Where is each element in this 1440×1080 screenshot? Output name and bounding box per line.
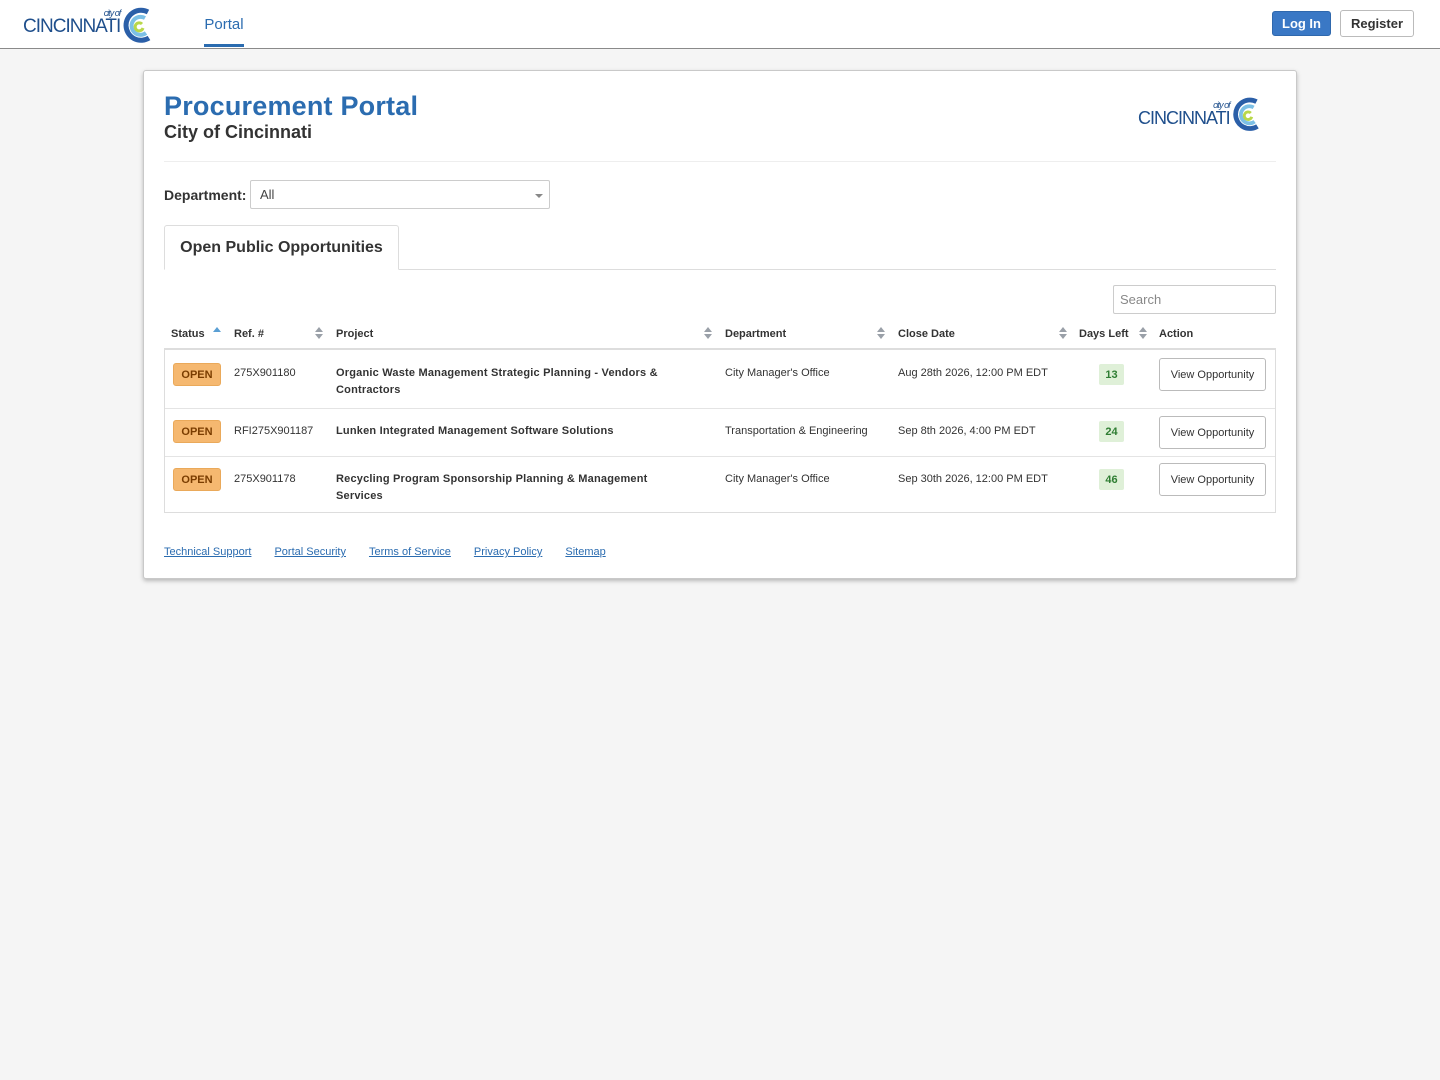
sort-icon <box>704 327 712 341</box>
column-label: Project <box>336 328 374 340</box>
procurement-card: Procurement Portal City of Cincinnati ci… <box>143 70 1297 579</box>
project-name: Recycling Program Sponsorship Planning &… <box>336 473 648 502</box>
card-city-logo: city of CINCINNATI <box>1138 91 1266 135</box>
view-opportunity-button[interactable]: View Opportunity <box>1159 358 1266 391</box>
column-header-project[interactable]: Project <box>336 320 373 348</box>
ref-number: RFI275X901187 <box>234 425 314 437</box>
project-name: Organic Waste Management Strategic Plann… <box>336 367 658 396</box>
city-logo[interactable]: city of CINCINNATI <box>23 4 158 46</box>
close-date: Sep 8th 2026, 4:00 PM EDT <box>898 425 1036 437</box>
column-header-action: Action <box>1159 320 1193 348</box>
card-logo-wordmark: city of CINCINNATI <box>1138 101 1231 128</box>
table-row: OPEN 275X901180 Organic Waste Management… <box>165 350 1275 408</box>
logo-cityof: city of <box>103 8 121 18</box>
sort-icon <box>877 327 885 341</box>
days-left-badge: 13 <box>1099 364 1124 385</box>
status-badge: OPEN <box>173 468 221 491</box>
table-row: OPEN 275X901178 Recycling Program Sponso… <box>165 456 1275 512</box>
ref-number: 275X901180 <box>234 367 296 379</box>
register-button[interactable]: Register <box>1340 10 1414 37</box>
footer-link-sitemap[interactable]: Sitemap <box>565 546 605 558</box>
page-title: Procurement Portal <box>164 91 419 121</box>
login-button[interactable]: Log In <box>1272 11 1331 36</box>
sort-icon <box>315 327 323 341</box>
column-label: Days Left <box>1079 328 1129 340</box>
footer-link-privacy-policy[interactable]: Privacy Policy <box>474 546 542 558</box>
department-name: Transportation & Engineering <box>725 425 868 437</box>
column-label: Action <box>1159 328 1194 340</box>
column-label: Department <box>725 328 787 340</box>
logo-wordmark: city of CINCINNATI <box>23 9 121 37</box>
column-header-close-date[interactable]: Close Date <box>898 320 955 348</box>
cincinnati-c-icon <box>1232 97 1259 131</box>
sort-asc-icon <box>213 327 221 341</box>
footer-links: Technical Support Portal Security Terms … <box>164 546 606 558</box>
logo-text: CINCINNATI <box>23 16 121 37</box>
chevron-down-icon <box>535 194 543 198</box>
department-name: City Manager's Office <box>725 367 830 379</box>
column-header-days-left[interactable]: Days Left <box>1079 320 1129 348</box>
column-label: Status <box>171 328 205 340</box>
status-badge: OPEN <box>173 420 221 443</box>
days-left-badge: 24 <box>1099 421 1124 442</box>
table-body: OPEN 275X901180 Organic Waste Management… <box>164 350 1276 513</box>
search-input[interactable] <box>1113 285 1276 314</box>
project-name: Lunken Integrated Management Software So… <box>336 425 614 437</box>
close-date: Sep 30th 2026, 12:00 PM EDT <box>898 473 1048 485</box>
cincinnati-c-icon <box>123 7 151 43</box>
department-name: City Manager's Office <box>725 473 830 485</box>
footer-link-technical-support[interactable]: Technical Support <box>164 546 251 558</box>
footer-link-portal-security[interactable]: Portal Security <box>274 546 346 558</box>
top-navbar: city of CINCINNATI Portal Log In Registe… <box>0 0 1440 49</box>
nav-tab-portal[interactable]: Portal <box>204 0 244 48</box>
column-header-status[interactable]: Status <box>171 320 205 348</box>
days-left-badge: 46 <box>1099 469 1124 490</box>
card-logo-cityof: city of <box>1213 100 1230 110</box>
table-row: OPEN RFI275X901187 Lunken Integrated Man… <box>165 408 1275 456</box>
nav-tab-active-indicator <box>204 44 244 47</box>
department-select-value: All <box>260 187 275 202</box>
header-divider <box>164 161 1276 162</box>
footer-link-terms-of-service[interactable]: Terms of Service <box>369 546 451 558</box>
table-header: Status Ref. # Project Department Close D… <box>164 320 1276 350</box>
view-opportunity-button[interactable]: View Opportunity <box>1159 416 1266 449</box>
column-label: Ref. # <box>234 328 264 340</box>
sort-icon <box>1059 327 1067 341</box>
ref-number: 275X901178 <box>234 473 296 485</box>
column-label: Close Date <box>898 328 955 340</box>
department-select[interactable]: All <box>250 180 550 209</box>
column-header-department[interactable]: Department <box>725 320 786 348</box>
close-date: Aug 28th 2026, 12:00 PM EDT <box>898 367 1048 379</box>
department-label: Department: <box>164 187 247 203</box>
column-header-ref[interactable]: Ref. # <box>234 320 264 348</box>
view-opportunity-button[interactable]: View Opportunity <box>1159 463 1266 496</box>
card-logo-text: CINCINNATI <box>1138 108 1231 128</box>
tab-open-public-opportunities[interactable]: Open Public Opportunities <box>164 225 399 270</box>
page-subtitle: City of Cincinnati <box>164 122 312 142</box>
status-badge: OPEN <box>173 363 221 386</box>
sort-icon <box>1139 327 1147 341</box>
